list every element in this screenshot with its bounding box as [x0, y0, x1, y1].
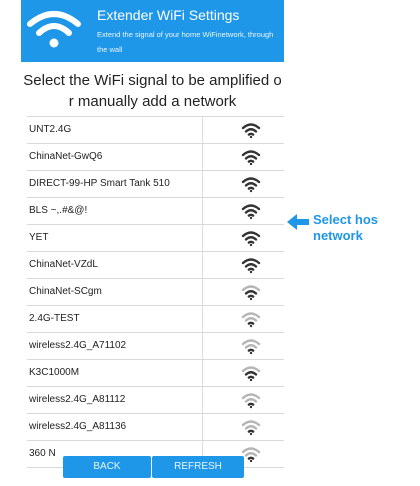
network-ssid: wireless2.4G_A81112 [29, 394, 126, 405]
network-ssid: DIRECT-99-HP Smart Tank 510 [29, 178, 170, 189]
arrow-left-icon [287, 214, 309, 230]
row-divider [202, 225, 203, 251]
network-row[interactable]: wireless2.4G_A71102 [27, 333, 284, 360]
network-row[interactable]: BLS ~,.#&@! [27, 198, 284, 225]
callout-text: Select hos network [313, 212, 420, 244]
network-ssid: 2.4G-TEST [29, 313, 80, 324]
row-divider [202, 252, 203, 278]
wifi-logo-icon [27, 11, 81, 48]
network-ssid: ChinaNet-VZdL [29, 259, 98, 270]
network-row[interactable]: wireless2.4G_A81136 [27, 414, 284, 441]
network-row[interactable]: DIRECT-99-HP Smart Tank 510 [27, 171, 284, 198]
wifi-signal-weak-icon [241, 418, 261, 436]
header-banner: Extender WiFi Settings Extend the signal… [21, 0, 284, 62]
network-row[interactable]: K3C1000M [27, 360, 284, 387]
wifi-signal-strong-icon [241, 148, 261, 166]
wifi-signal-strong-icon [241, 256, 261, 274]
wifi-signal-strong-icon [241, 202, 261, 220]
instruction-text: Select the WiFi signal to be amplified o… [23, 72, 282, 110]
header-title: Extender WiFi Settings [97, 7, 240, 23]
network-ssid: ChinaNet-SCgm [29, 286, 102, 297]
row-divider [202, 171, 203, 197]
refresh-button[interactable]: REFRESH [152, 456, 244, 478]
wifi-settings-screen: Extender WiFi Settings Extend the signal… [21, 0, 284, 486]
network-ssid: wireless2.4G_A71102 [29, 340, 127, 351]
row-divider [202, 414, 203, 440]
network-ssid: wireless2.4G_A81136 [29, 421, 127, 432]
network-ssid: ChinaNet-GwQ6 [29, 151, 103, 162]
wifi-signal-weak-icon [241, 310, 261, 328]
wifi-signal-weak-icon [241, 445, 261, 463]
network-list: UNT2.4G ChinaNet-GwQ6 DIRECT-99-HP Smart T… [27, 116, 284, 468]
row-divider [202, 279, 203, 305]
header-subtitle: Extend the signal of your home WiFinetwo… [97, 30, 274, 54]
network-row[interactable]: UNT2.4G [27, 117, 284, 144]
row-divider [202, 306, 203, 332]
network-ssid: K3C1000M [29, 367, 80, 378]
callout-line-2: network [313, 228, 363, 243]
back-button[interactable]: BACK [63, 456, 151, 478]
wifi-signal-weak-icon [241, 391, 261, 409]
network-row[interactable]: ChinaNet-SCgm [27, 279, 284, 306]
network-row[interactable]: wireless2.4G_A81112 [27, 387, 284, 414]
wifi-signal-strong-icon [241, 175, 261, 193]
row-divider [202, 117, 203, 143]
row-divider [202, 387, 203, 413]
wifi-signal-medium-icon [241, 364, 261, 382]
row-divider [202, 198, 203, 224]
wifi-signal-weak-icon [241, 337, 261, 355]
network-row[interactable]: YET [27, 225, 284, 252]
network-row[interactable]: ChinaNet-GwQ6 [27, 144, 284, 171]
row-divider [202, 333, 203, 359]
network-ssid: YET [29, 232, 49, 243]
network-ssid: 360 N [29, 448, 56, 459]
callout-line-1: Select hos [313, 212, 379, 227]
row-divider [202, 360, 203, 386]
network-row[interactable]: 2.4G-TEST [27, 306, 284, 333]
network-ssid: BLS ~,.#&@! [29, 205, 88, 216]
wifi-signal-medium-icon [241, 283, 261, 301]
row-divider [202, 144, 203, 170]
wifi-signal-strong-icon [241, 121, 261, 139]
wifi-signal-strong-icon [241, 229, 261, 247]
network-ssid: UNT2.4G [29, 124, 72, 135]
network-row[interactable]: ChinaNet-VZdL [27, 252, 284, 279]
